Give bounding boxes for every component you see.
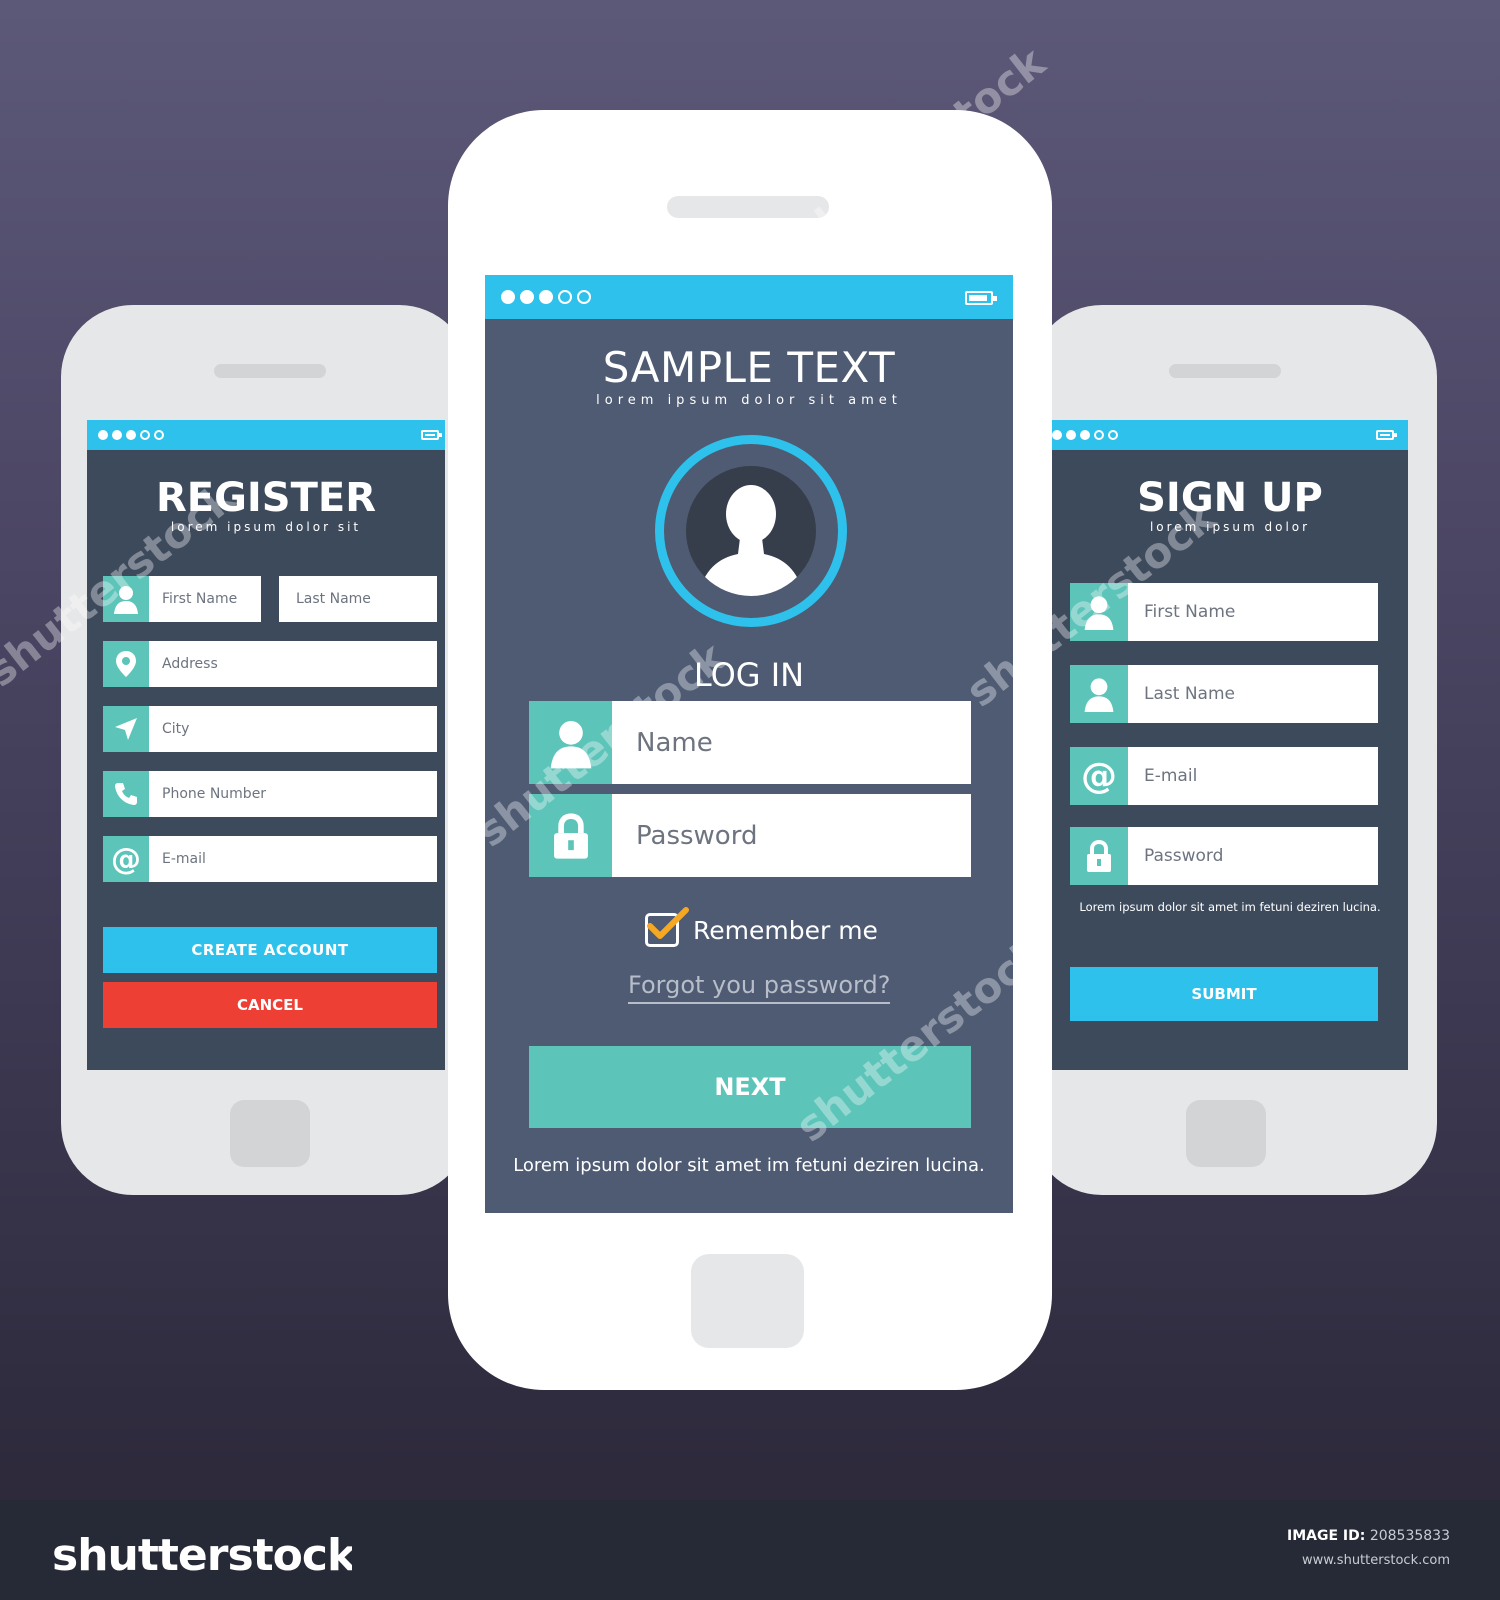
battery-icon [965, 291, 997, 305]
signal-dot-filled [126, 430, 136, 440]
signal-dot-empty [577, 290, 591, 304]
register-title: REGISTER [155, 475, 377, 521]
signup-note: Lorem ipsum dolor sit amet im fetuni dez… [1079, 900, 1381, 914]
lock-icon [1070, 827, 1128, 885]
create-account-button[interactable]: CREATE ACCOUNT [103, 927, 437, 973]
signup-email-field[interactable]: @ E-mail [1070, 747, 1378, 805]
battery-icon [421, 430, 442, 440]
avatar-inner [686, 466, 816, 596]
signup-phone-mockup: SIGN UP lorem ipsum dolor First Name Las… [1030, 305, 1437, 1195]
signal-dot-empty [1094, 430, 1104, 440]
login-title: SAMPLE TEXT [602, 343, 896, 392]
user-icon [529, 701, 612, 784]
phone-speaker [667, 196, 829, 218]
register-subtitle: lorem ipsum dolor sit [170, 520, 362, 534]
password-field[interactable]: Password [529, 794, 971, 877]
name-field[interactable]: Name [529, 701, 971, 784]
login-heading: LOG IN [693, 656, 805, 694]
next-button[interactable]: NEXT [529, 1046, 971, 1128]
signal-dots [501, 290, 591, 304]
status-bar [485, 275, 1013, 319]
signal-dot-filled [501, 290, 515, 304]
signup-screen: SIGN UP lorem ipsum dolor First Name Las… [1052, 420, 1408, 1070]
email-placeholder: E-mail [162, 851, 206, 867]
phone-number-field[interactable]: Phone Number [103, 771, 437, 817]
signal-dot-empty [154, 430, 164, 440]
status-bar [87, 420, 445, 450]
login-screen: SAMPLE TEXT lorem ipsum dolor sit amet L… [485, 275, 1013, 1213]
phone-placeholder: Phone Number [162, 786, 267, 802]
image-id-value: 208535833 [1369, 1528, 1450, 1544]
address-placeholder: Address [162, 656, 218, 672]
at-sign-icon: @ [103, 836, 149, 882]
signup-last-name-field[interactable]: Last Name [1070, 665, 1378, 723]
cancel-button[interactable]: CANCEL [103, 982, 437, 1028]
signup-last-name-placeholder: Last Name [1144, 684, 1235, 704]
user-icon [1070, 665, 1128, 723]
signup-password-field[interactable]: Password [1070, 827, 1378, 885]
signal-dot-filled [1052, 430, 1062, 440]
stock-footer: shutterstock IMAGE ID: 208535833 www.shu… [0, 1500, 1500, 1600]
register-screen: REGISTER lorem ipsum dolor sit First Nam… [87, 420, 445, 1070]
address-field[interactable]: Address [103, 641, 437, 687]
user-icon [1070, 583, 1128, 641]
city-placeholder: City [162, 721, 190, 737]
forgot-password-link[interactable]: Forgot you password? [628, 971, 891, 1004]
at-sign-icon: @ [1070, 747, 1128, 805]
login-phone-mockup: SAMPLE TEXT lorem ipsum dolor sit amet L… [448, 110, 1052, 1390]
user-silhouette-icon [698, 485, 804, 596]
signal-dots [1052, 430, 1118, 440]
signal-dot-empty [140, 430, 150, 440]
register-phone-mockup: REGISTER lorem ipsum dolor sit First Nam… [61, 305, 471, 1195]
signal-dot-filled [539, 290, 553, 304]
email-field[interactable]: @ E-mail [103, 836, 437, 882]
navigation-arrow-icon [103, 706, 149, 752]
image-id-label: IMAGE ID: [1287, 1528, 1366, 1544]
checkbox-checked-icon[interactable] [645, 907, 689, 947]
phone-speaker [214, 364, 326, 378]
signal-dot-filled [112, 430, 122, 440]
battery-icon [1376, 430, 1397, 440]
user-icon [103, 576, 149, 622]
city-field[interactable]: City [103, 706, 437, 752]
first-name-placeholder: First Name [162, 591, 238, 607]
svg-text:shutterstock: shutterstock [52, 1530, 352, 1580]
status-bar [1052, 420, 1408, 450]
home-button[interactable] [230, 1100, 310, 1167]
signal-dot-empty [1108, 430, 1118, 440]
map-pin-icon [103, 641, 149, 687]
home-button[interactable] [1186, 1100, 1266, 1167]
shutterstock-logo: shutterstock [52, 1530, 352, 1580]
signal-dots [98, 430, 164, 440]
remember-me-row[interactable]: Remember me [645, 907, 878, 950]
avatar[interactable] [655, 435, 847, 627]
signup-subtitle: lorem ipsum dolor [1149, 520, 1311, 534]
signup-email-placeholder: E-mail [1144, 766, 1198, 786]
signup-title: SIGN UP [1137, 475, 1323, 521]
login-footer-text: Lorem ipsum dolor sit amet im fetuni dez… [513, 1155, 985, 1176]
home-button[interactable] [691, 1254, 804, 1348]
last-name-field[interactable]: Last Name [279, 576, 437, 622]
signup-password-placeholder: Password [1144, 846, 1224, 866]
password-placeholder: Password [636, 820, 758, 851]
name-placeholder: Name [636, 727, 713, 758]
submit-button[interactable]: SUBMIT [1070, 967, 1378, 1021]
signal-dot-filled [520, 290, 534, 304]
first-name-field[interactable]: First Name [103, 576, 261, 622]
site-url: www.shutterstock.com [1301, 1553, 1450, 1568]
signal-dot-filled [98, 430, 108, 440]
signal-dot-filled [1066, 430, 1076, 440]
signal-dot-empty [558, 290, 572, 304]
remember-me-label: Remember me [693, 915, 878, 945]
lock-icon [529, 794, 612, 877]
image-id: IMAGE ID: 208535833 [1100, 1528, 1450, 1544]
phone-icon [103, 771, 149, 817]
login-subtitle: lorem ipsum dolor sit amet [596, 393, 902, 408]
signal-dot-filled [1080, 430, 1090, 440]
signup-first-name-field[interactable]: First Name [1070, 583, 1378, 641]
signup-first-name-placeholder: First Name [1144, 602, 1236, 622]
phone-speaker [1169, 364, 1281, 378]
